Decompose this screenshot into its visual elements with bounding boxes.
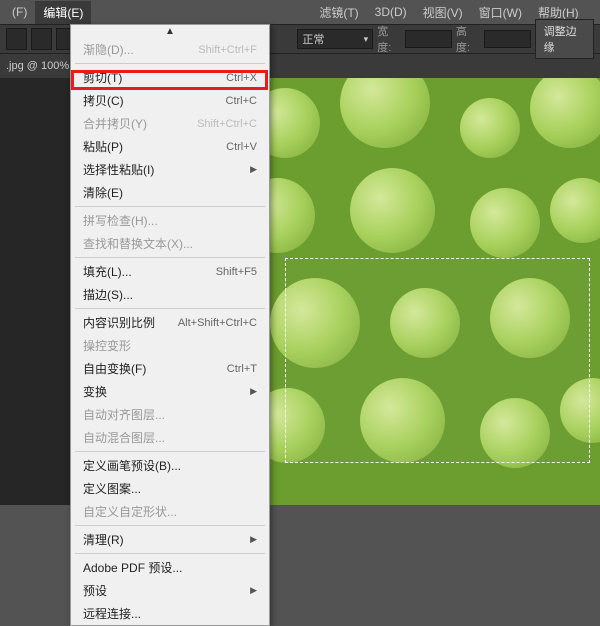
scroll-up-arrow[interactable]: ▲: [71, 25, 269, 38]
menu-cut[interactable]: 剪切(T) Ctrl+X: [71, 66, 269, 89]
separator: [75, 451, 265, 452]
height-input[interactable]: [484, 30, 531, 48]
separator: [75, 308, 265, 309]
menu-window[interactable]: 窗口(W): [471, 1, 530, 24]
mode-dropdown[interactable]: 正常 ▾: [297, 29, 373, 49]
menu-filter[interactable]: 滤镜(T): [311, 1, 366, 24]
menu-copy[interactable]: 拷贝(C) Ctrl+C: [71, 89, 269, 112]
menu-auto-align: 自动对齐图层...: [71, 403, 269, 426]
menu-purge[interactable]: 清理(R) ▶: [71, 528, 269, 551]
menu-file[interactable]: (F): [4, 2, 35, 22]
menu-stroke[interactable]: 描边(S)...: [71, 283, 269, 306]
menu-define-brush[interactable]: 定义画笔预设(B)...: [71, 454, 269, 477]
menu-define-pattern[interactable]: 定义图案...: [71, 477, 269, 500]
separator: [75, 553, 265, 554]
height-label: 高度:: [456, 23, 480, 55]
menu-remote-connect[interactable]: 远程连接...: [71, 602, 269, 625]
mode-label: 正常: [302, 31, 324, 47]
menu-paste-special[interactable]: 选择性粘贴(I) ▶: [71, 158, 269, 181]
menu-pdf-presets[interactable]: Adobe PDF 预设...: [71, 556, 269, 579]
edit-menu-dropdown: ▲ 渐隐(D)... Shift+Ctrl+F 剪切(T) Ctrl+X 拷贝(…: [70, 24, 270, 626]
menu-clear[interactable]: 清除(E): [71, 181, 269, 204]
separator: [75, 257, 265, 258]
width-label: 宽度:: [377, 23, 401, 55]
separator: [75, 63, 265, 64]
canvas[interactable]: [230, 78, 600, 505]
menu-view[interactable]: 视图(V): [415, 1, 471, 24]
chevron-down-icon: ▾: [364, 34, 369, 45]
menu-content-aware-scale[interactable]: 内容识别比例 Alt+Shift+Ctrl+C: [71, 311, 269, 334]
separator: [75, 525, 265, 526]
separator: [75, 206, 265, 207]
menu-copy-merged: 合并拷贝(Y) Shift+Ctrl+C: [71, 112, 269, 135]
submenu-arrow-icon: ▶: [250, 386, 257, 397]
menu-spell-check: 拼写检查(H)...: [71, 209, 269, 232]
menu-edit[interactable]: 编辑(E): [35, 1, 91, 24]
menu-presets[interactable]: 预设 ▶: [71, 579, 269, 602]
menu-fade: 渐隐(D)... Shift+Ctrl+F: [71, 38, 269, 61]
menu-3d[interactable]: 3D(D): [367, 2, 415, 22]
width-input[interactable]: [405, 30, 452, 48]
menu-define-shape: 自定义自定形状...: [71, 500, 269, 523]
menu-fill[interactable]: 填充(L)... Shift+F5: [71, 260, 269, 283]
tool-icon-2[interactable]: [31, 28, 52, 50]
menu-find-replace: 查找和替换文本(X)...: [71, 232, 269, 255]
refine-edge-button[interactable]: 调整边缘: [535, 19, 594, 59]
marquee-selection: [285, 258, 590, 463]
menu-free-transform[interactable]: 自由变换(F) Ctrl+T: [71, 357, 269, 380]
menubar: (F) 编辑(E) 滤镜(T) 3D(D) 视图(V) 窗口(W) 帮助(H): [0, 0, 600, 24]
menu-auto-blend: 自动混合图层...: [71, 426, 269, 449]
menu-transform[interactable]: 变换 ▶: [71, 380, 269, 403]
menu-paste[interactable]: 粘贴(P) Ctrl+V: [71, 135, 269, 158]
menu-puppet-warp: 操控变形: [71, 334, 269, 357]
submenu-arrow-icon: ▶: [250, 585, 257, 596]
tool-icon-1[interactable]: [6, 28, 27, 50]
submenu-arrow-icon: ▶: [250, 164, 257, 175]
submenu-arrow-icon: ▶: [250, 534, 257, 545]
